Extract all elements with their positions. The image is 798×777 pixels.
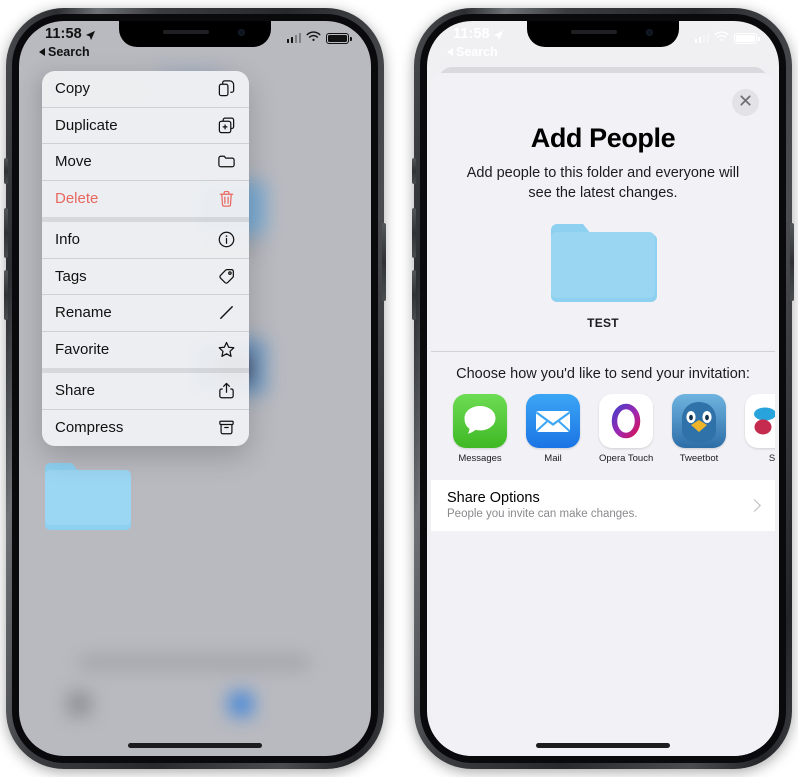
opera-touch-app-icon [599,394,653,449]
folder-icon [217,152,236,171]
share-target-opera-touch[interactable]: Opera Touch [599,394,653,464]
share-target-mail[interactable]: Mail [526,394,580,464]
close-button[interactable] [732,89,759,116]
chevron-right-icon [748,498,761,512]
menu-item-label: Compress [55,419,124,437]
pencil-icon [217,303,236,322]
share-target-messages[interactable]: Messages [453,394,507,464]
add-people-sheet: Add People Add people to this folder and… [431,73,775,756]
share-target-label: Mail [544,453,562,465]
menu-item-copy[interactable]: Copy [42,71,249,108]
menu-item-label: Rename [55,304,112,322]
share-options-title: Share Options [447,490,540,507]
volume-down-button[interactable] [4,270,8,320]
close-icon [739,94,752,112]
right-phone: Add People Add people to this folder and… [412,8,794,769]
share-target-label: Opera Touch [599,453,654,465]
folder-name-label: TEST [587,315,619,330]
mute-switch[interactable] [4,158,8,184]
power-button[interactable] [382,223,386,301]
trash-icon [217,189,236,208]
context-menu-group: Info Tags Rename Favorite [42,217,249,368]
menu-item-delete[interactable]: Delete [42,181,249,218]
messages-app-icon [453,394,507,449]
page-title: Add People [530,123,676,153]
plus-square-icon [217,116,236,135]
folder-icon [549,223,657,308]
notch [527,21,679,47]
tweetbot-app-icon [672,394,726,449]
menu-item-label: Copy [55,80,91,98]
shared-folder-block: TEST [431,218,775,330]
notch [119,21,271,47]
left-screen: Browse [19,21,371,756]
selected-folder-icon[interactable] [43,458,133,535]
star-icon [217,340,236,359]
share-options-row[interactable]: Share Options People you invite can make… [431,480,775,532]
background-toolbar-icon [229,692,253,716]
invite-prompt: Choose how you'd like to send your invit… [456,366,750,383]
front-camera [646,29,653,36]
menu-item-label: Move [55,153,92,171]
menu-item-label: Tags [55,267,87,285]
menu-item-label: Share [55,382,96,400]
mail-app-icon [526,394,580,449]
home-indicator[interactable] [128,743,262,748]
page-subtitle: Add people to this folder and everyone w… [466,165,740,202]
menu-item-label: Info [55,231,81,249]
menu-item-duplicate[interactable]: Duplicate [42,108,249,144]
tag-icon [217,267,236,286]
menu-item-tags[interactable]: Tags [42,259,249,295]
menu-item-favorite[interactable]: Favorite [42,332,249,369]
share-arrow-icon [217,381,236,400]
share-target-label: S [768,453,775,465]
front-camera [238,29,245,36]
share-targets-row[interactable]: Messages Mail Opera Touch Tweetbot S [431,382,775,473]
share-options-subtitle: People you invite can make changes. [447,508,638,521]
earpiece-speaker [163,30,209,34]
menu-item-label: Delete [55,190,99,208]
share-target-label: Tweetbot [679,453,719,465]
volume-up-button[interactable] [412,208,416,258]
context-menu-group: Copy Duplicate Move Delete [42,71,249,217]
menu-item-rename[interactable]: Rename [42,295,249,332]
menu-item-label: Duplicate [55,116,118,134]
doc-on-doc-icon [217,79,236,98]
power-button[interactable] [790,223,794,301]
share-target-partial[interactable]: S [745,394,775,464]
screenshot-stage: Browse [0,0,798,777]
mute-switch[interactable] [412,158,416,184]
right-screen: Add People Add people to this folder and… [427,21,779,756]
share-target-tweetbot[interactable]: Tweetbot [672,394,726,464]
menu-item-compress[interactable]: Compress [42,410,249,447]
background-toolbar-icon [67,692,91,716]
info-circle-icon [217,230,236,249]
menu-item-share[interactable]: Share [42,373,249,410]
earpiece-speaker [571,30,617,34]
archive-box-icon [217,418,236,437]
context-menu: Copy Duplicate Move Delete Info Tags Ren… [42,71,249,446]
share-options-text: Share Options People you invite can make… [447,490,638,520]
volume-up-button[interactable] [4,208,8,258]
menu-item-label: Favorite [55,341,110,359]
home-indicator[interactable] [536,743,670,748]
partial-app-icon [745,394,775,449]
menu-item-info[interactable]: Info [42,222,249,259]
context-menu-group: Share Compress [42,368,249,446]
background-toolbar-text [79,657,309,668]
left-phone: Browse [4,8,386,769]
volume-down-button[interactable] [412,270,416,320]
menu-item-move[interactable]: Move [42,144,249,181]
share-target-label: Messages [458,453,502,465]
